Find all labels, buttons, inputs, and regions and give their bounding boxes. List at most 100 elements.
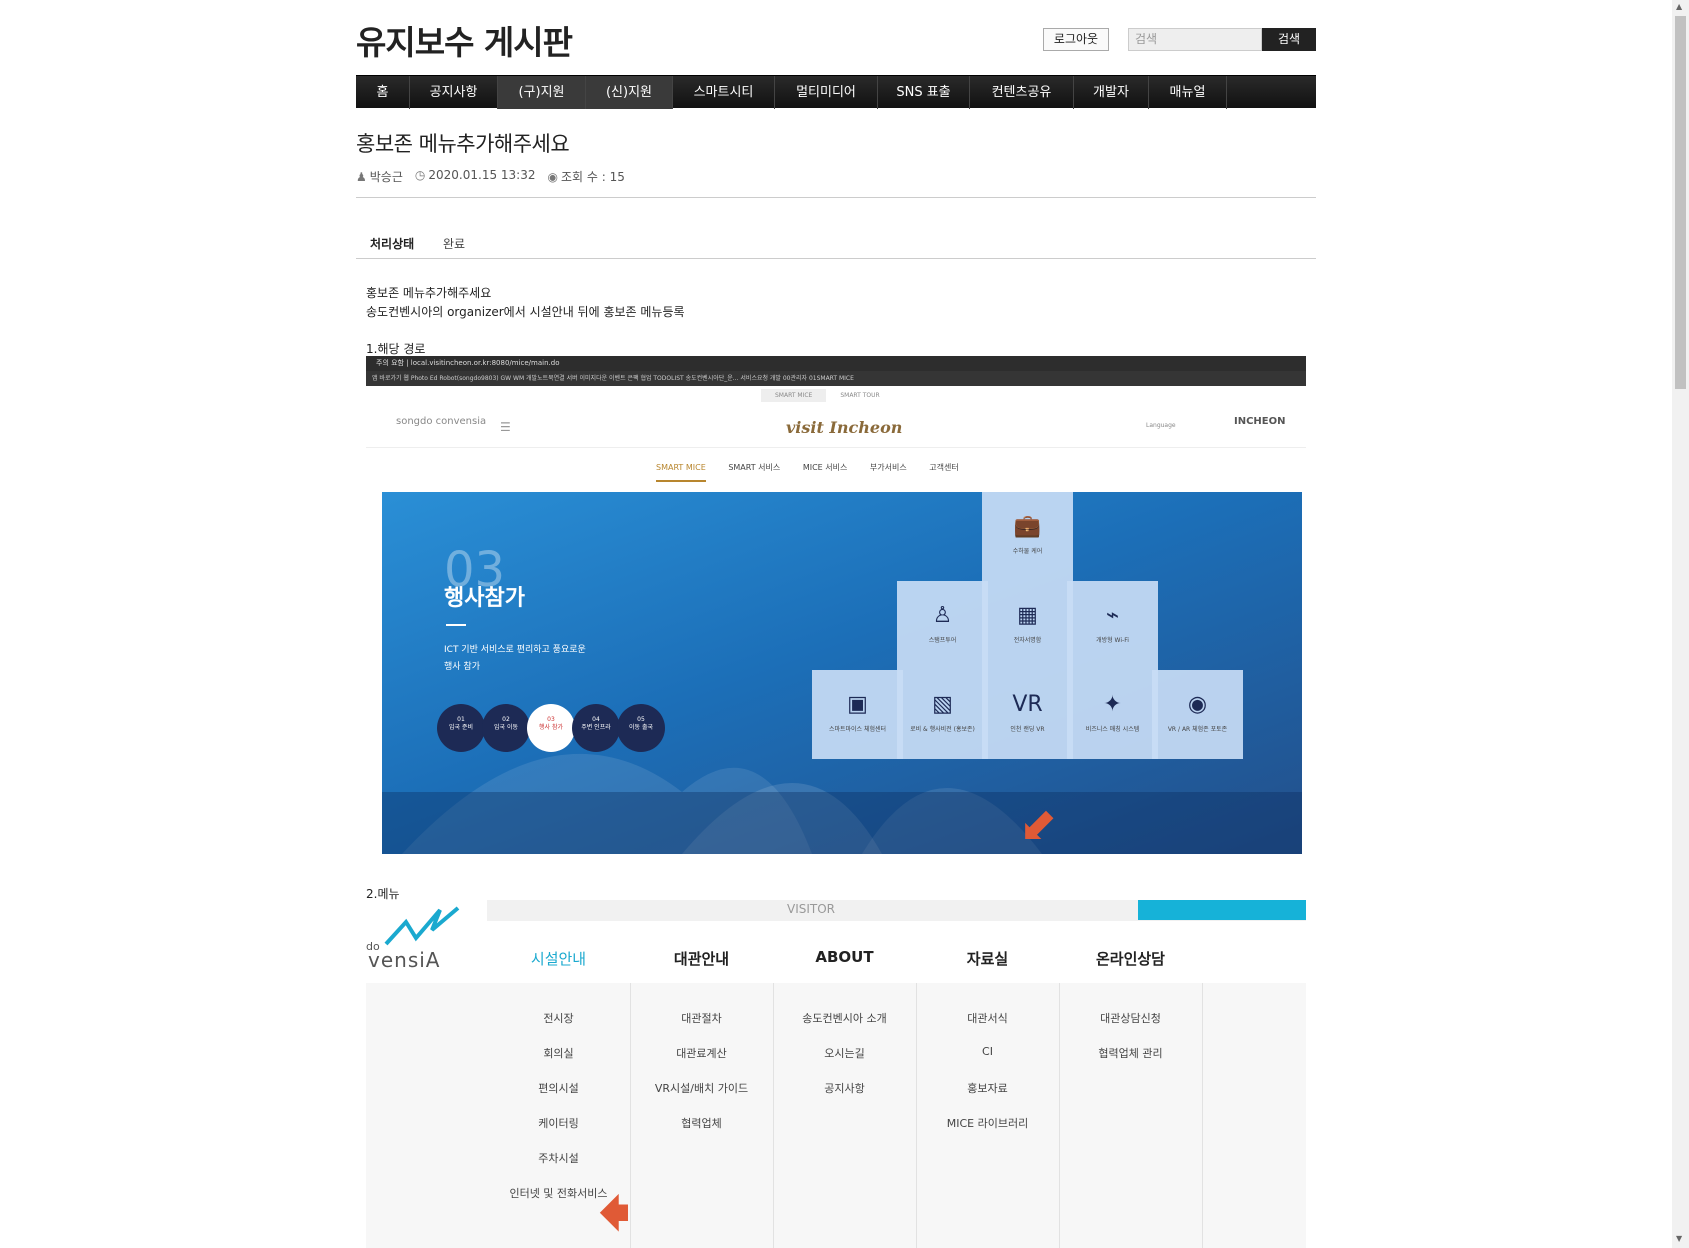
grid-icon: ▦: [1017, 603, 1038, 628]
site-menu: SMART MICE SMART 서비스 MICE 서비스 부가서비스 고객센터: [656, 462, 979, 482]
stamp-icon: ♙: [932, 603, 953, 628]
map-icon: ▣: [847, 692, 868, 717]
menu-column-head: 대관안내: [673, 950, 730, 968]
service-tile: ◉ VR / AR 체험존 포토존: [1152, 670, 1243, 759]
nav-item-smartcity[interactable]: 스마트시티: [673, 76, 775, 109]
service-tile: 💼 수하물 케어: [982, 492, 1073, 581]
menu-column-head: 자료실: [966, 950, 1009, 968]
menu-column-item: 대관료계산: [676, 1047, 727, 1060]
menu-item: MICE 서비스: [802, 463, 848, 472]
status-label: 처리상태: [370, 237, 415, 251]
logo-mark-icon: [384, 906, 460, 946]
menu-column-item: 편의시설: [538, 1082, 579, 1095]
menu-column-item: 주차시설: [538, 1152, 579, 1165]
menu-item: 고객센터: [929, 463, 959, 472]
site-header: songdo convensia ☰ visit Incheon Languag…: [366, 408, 1306, 448]
hero-desc: ICT 기반 서비스로 편리하고 풍요로운 행사 참가: [444, 645, 586, 672]
page-scrollbar[interactable]: ▲ ▼: [1672, 0, 1689, 1248]
accent-bar: [1138, 900, 1306, 920]
menu-column-item: 홍보자료: [967, 1082, 1008, 1095]
nav-item-content-share[interactable]: 컨텐츠공유: [970, 76, 1074, 109]
post-author[interactable]: ♟ 박승근: [356, 168, 403, 185]
menu-column-item: 회의실: [543, 1047, 574, 1060]
main-nav: 홈 공지사항 (구)지원 (신)지원 스마트시티 멀티미디어 SNS 표출 컨텐…: [356, 75, 1316, 109]
service-tile: ✦ 비즈니스 매칭 시스템: [1067, 670, 1158, 759]
menu-column-item: 공지사항: [824, 1082, 865, 1095]
menu-item: 부가서비스: [869, 463, 907, 472]
scroll-down-icon[interactable]: ▼: [1676, 1234, 1682, 1243]
visitor-label: VISITOR: [787, 902, 836, 916]
attached-screenshot-1: 주의 요함 | local.visitincheon.or.kr:8080/mi…: [366, 356, 1306, 861]
nav-item-developer[interactable]: 개발자: [1074, 76, 1149, 109]
language-select: Language: [1146, 422, 1176, 429]
nav-item-sns[interactable]: SNS 표출: [878, 76, 970, 109]
divider: [356, 197, 1316, 198]
bookmark-bar: 앱 바로가기 웹 Photo Ed Robot(songdo9803) GW W…: [366, 371, 1306, 386]
user-icon: ♟: [356, 170, 367, 184]
menu-column-item: VR시설/배치 가이드: [654, 1082, 749, 1095]
menu-column-item: CI: [982, 1045, 993, 1058]
body-line: 홍보존 메뉴추가해주세요: [366, 286, 492, 300]
browser-bar: 주의 요함 | local.visitincheon.or.kr:8080/mi…: [366, 356, 1306, 386]
menu-column-item: 대관서식: [967, 1012, 1008, 1025]
goggles-icon: ◉: [1187, 692, 1208, 717]
section-label-path: 1.해당 경로: [366, 342, 426, 356]
scroll-thumb[interactable]: [1675, 16, 1686, 389]
logout-button[interactable]: 로그아웃: [1043, 28, 1109, 51]
body-line: 송도컨벤시아의 organizer에서 시설안내 뒤에 홍보존 메뉴등록: [366, 305, 685, 319]
service-tile: ▦ 전자서명함: [982, 581, 1073, 670]
menu-column-head: 시설안내: [530, 950, 587, 968]
nav-item-multimedia[interactable]: 멀티미디어: [775, 76, 878, 109]
hero-heading: 행사참가: [444, 586, 525, 611]
logo-text: vensiA: [368, 948, 441, 972]
menu-column-head: 온라인상담: [1095, 950, 1165, 968]
nav-item-home[interactable]: 홈: [356, 76, 410, 109]
service-tile: VR 인천 랜딩 VR: [982, 670, 1073, 759]
service-tile: ▧ 로비 & 행사비전 (홍보존): [897, 670, 988, 759]
luggage-icon: 💼: [1013, 514, 1042, 539]
convensia-logo: songdo convensia: [396, 416, 487, 427]
step-circle: 05 이동 출국: [617, 704, 665, 752]
nav-item-new-support[interactable]: (신)지원: [586, 76, 673, 109]
arrow-icon: 🠸: [598, 1177, 631, 1248]
post-title: 홍보존 메뉴추가해주세요: [356, 132, 570, 156]
convensia-logo: do vensiA: [366, 900, 487, 983]
post-date: ◷ 2020.01.15 13:32: [414, 168, 536, 182]
hamburger-icon: ☰: [500, 420, 511, 434]
menu-column-item: 전시장: [543, 1012, 574, 1025]
step-circle: 02 입국 이동: [482, 704, 530, 752]
menu-column-item: 협력업체 관리: [1098, 1047, 1163, 1060]
step-circle: 04 주변 인프라: [572, 704, 620, 752]
wifi-icon: ⌁: [1105, 603, 1120, 628]
divider: [1202, 983, 1203, 1248]
menu-item: SMART 서비스: [728, 463, 781, 472]
nav-item-manual[interactable]: 매뉴얼: [1149, 76, 1227, 109]
clock-icon: ◷: [414, 168, 426, 182]
attached-screenshot-2: VISITOR do vensiA 시설안내전시장회의실편의시설케이터링주차시설…: [366, 900, 1306, 1248]
scroll-up-icon[interactable]: ▲: [1676, 2, 1682, 11]
service-tile: ▣ 스마트마이스 체험센터: [812, 670, 903, 759]
menu-column-item: 오시는길: [824, 1047, 865, 1060]
menu-column-item: 대관절차: [681, 1012, 722, 1025]
site-title[interactable]: 유지보수 게시판: [356, 16, 573, 64]
post-meta: ♟ 박승근 ◷ 2020.01.15 13:32 ◉ 조회 수 : 15: [356, 168, 625, 185]
menu-column-item: MICE 라이브러리: [946, 1117, 1029, 1130]
nav-item-notice[interactable]: 공지사항: [410, 76, 498, 109]
search-input[interactable]: 검색: [1128, 28, 1262, 51]
nav-item-old-support[interactable]: (구)지원: [498, 76, 586, 109]
tab-smart-mice: SMART MICE: [761, 389, 827, 402]
cube-icon: ▧: [932, 692, 953, 717]
eye-icon: ◉: [547, 170, 558, 184]
service-tile: ♙ 스탬프투어: [897, 581, 988, 670]
menu-column-item: 대관상담신청: [1100, 1012, 1161, 1025]
vr-icon: VR: [1012, 692, 1043, 717]
search-button[interactable]: 검색: [1262, 28, 1316, 51]
menu-item: SMART MICE: [656, 463, 706, 482]
menu-column-item: 송도컨벤시아 소개: [802, 1012, 887, 1025]
browser-url: 주의 요함 | local.visitincheon.or.kr:8080/mi…: [376, 359, 560, 367]
menu-column-item: 케이터링: [538, 1117, 579, 1130]
service-tile: ⌁ 개방형 Wi-Fi: [1067, 581, 1158, 670]
status-row: 처리상태 완료: [356, 222, 1316, 259]
status-value: 완료: [443, 237, 466, 251]
hero-banner: 03 행사참가 ICT 기반 서비스로 편리하고 풍요로운 행사 참가 01 입국…: [382, 492, 1302, 854]
